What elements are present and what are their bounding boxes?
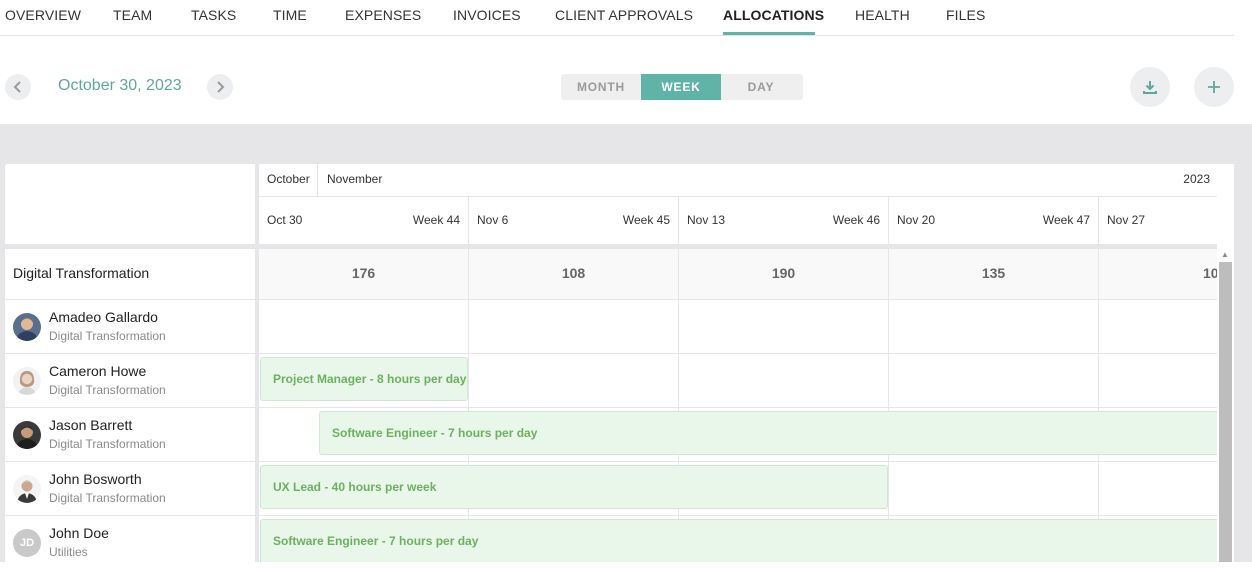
year-label: 2023 (1183, 172, 1210, 186)
tab-allocations[interactable]: ALLOCATIONS (723, 7, 824, 23)
group-totals-row: 176 108 190 135 107 (259, 249, 1217, 300)
download-button[interactable] (1130, 67, 1170, 107)
chevron-right-icon (217, 81, 225, 93)
vertical-scrollbar-thumb[interactable] (1219, 262, 1232, 562)
view-month-button[interactable]: MONTH (561, 74, 641, 100)
week-start-date: Nov 27 (1107, 213, 1146, 227)
current-date-label[interactable]: October 30, 2023 (58, 77, 182, 95)
chevron-left-icon (13, 81, 21, 93)
active-tab-indicator (723, 32, 815, 35)
resource-team: Digital Transformation (49, 329, 166, 343)
week-column-header: Nov 13 Week 46 (679, 197, 889, 244)
resource-row[interactable]: John Bosworth Digital Transformation (5, 462, 255, 516)
tab-overview[interactable]: OVERVIEW (5, 7, 81, 23)
allocation-bar[interactable]: Project Manager - 8 hours per day (260, 357, 468, 401)
scroll-up-arrow-icon[interactable]: ▲ (1220, 250, 1230, 260)
grid-row-divider (259, 353, 1217, 354)
resource-row[interactable]: Amadeo Gallardo Digital Transformation (5, 300, 255, 354)
download-icon (1143, 81, 1157, 94)
week-total-hours: 176 (351, 265, 376, 281)
week-total-hours: 135 (981, 265, 1006, 281)
week-total-hours: 107 (1203, 265, 1217, 281)
allocation-bar[interactable]: Software Engineer - 7 hours per day (319, 411, 1217, 455)
week-number: Week 47 (1042, 213, 1090, 227)
week-start-date: Nov 6 (477, 213, 509, 227)
tab-expenses[interactable]: EXPENSES (345, 7, 421, 23)
project-tabs: OVERVIEW TEAM TASKS TIME EXPENSES INVOIC… (0, 0, 1234, 36)
resource-team: Utilities (49, 545, 88, 559)
group-name: Digital Transformation (13, 265, 150, 281)
group-row[interactable]: Digital Transformation (5, 249, 255, 300)
resource-row[interactable]: Jason Barrett Digital Transformation (5, 408, 255, 462)
week-number: Week 45 (622, 213, 670, 227)
next-period-button[interactable] (207, 74, 233, 100)
resource-team: Digital Transformation (49, 383, 166, 397)
grid-row-divider (259, 461, 1217, 462)
resource-team: Digital Transformation (49, 491, 166, 505)
tab-team[interactable]: TEAM (113, 7, 152, 23)
add-allocation-button[interactable] (1194, 67, 1234, 107)
week-number: Week 46 (832, 213, 880, 227)
avatar: JD (13, 529, 41, 557)
week-column-header: Nov 27 (1099, 197, 1217, 244)
tab-health[interactable]: HEALTH (855, 7, 910, 23)
month-row: October November 2023 (259, 164, 1217, 197)
allocation-grid: 176 108 190 135 107 Project Manager - 8 … (259, 249, 1217, 562)
grid-row-divider (259, 407, 1217, 408)
resource-name[interactable]: Amadeo Gallardo (49, 309, 158, 325)
resource-name[interactable]: Jason Barrett (49, 417, 132, 433)
tab-client-approvals[interactable]: CLIENT APPROVALS (555, 7, 693, 23)
week-total-hours: 190 (771, 265, 796, 281)
avatar (13, 421, 41, 449)
tab-invoices[interactable]: INVOICES (453, 7, 521, 23)
month-label: November (327, 172, 383, 186)
week-column-header: Oct 30 Week 44 (259, 197, 469, 244)
resource-team: Digital Transformation (49, 437, 166, 451)
week-start-date: Oct 30 (267, 213, 303, 227)
week-start-date: Nov 13 (687, 213, 726, 227)
avatar (13, 367, 41, 395)
view-day-button[interactable]: DAY (721, 74, 801, 100)
resource-header (5, 164, 255, 244)
plus-icon (1208, 81, 1220, 93)
tab-files[interactable]: FILES (946, 7, 985, 23)
week-number: Week 44 (412, 213, 460, 227)
month-label: October (259, 164, 318, 196)
view-week-button[interactable]: WEEK (641, 74, 721, 100)
resource-row[interactable]: Cameron Howe Digital Transformation (5, 354, 255, 408)
resource-name[interactable]: John Doe (49, 525, 109, 541)
allocation-bar[interactable]: Software Engineer - 7 hours per day (260, 519, 1217, 562)
resource-name[interactable]: John Bosworth (49, 471, 142, 487)
view-switcher: MONTH WEEK DAY (561, 74, 803, 100)
previous-period-button[interactable] (5, 74, 31, 100)
avatar (13, 313, 41, 341)
tab-time[interactable]: TIME (273, 7, 307, 23)
week-start-date: Nov 20 (897, 213, 936, 227)
tab-tasks[interactable]: TASKS (191, 7, 236, 23)
allocation-bar[interactable]: UX Lead - 40 hours per week (260, 465, 888, 509)
grid-row-divider (259, 515, 1217, 516)
week-column-header: Nov 20 Week 47 (889, 197, 1099, 244)
timeline-header: October November 2023 Oct 30 Week 44 Nov… (259, 164, 1217, 244)
week-total-hours: 108 (561, 265, 586, 281)
resource-list: Digital Transformation Amadeo Gallardo D… (5, 249, 255, 562)
week-column-header: Nov 6 Week 45 (469, 197, 679, 244)
resource-row[interactable]: JD John Doe Utilities (5, 516, 255, 569)
avatar (13, 475, 41, 503)
resource-name[interactable]: Cameron Howe (49, 363, 146, 379)
